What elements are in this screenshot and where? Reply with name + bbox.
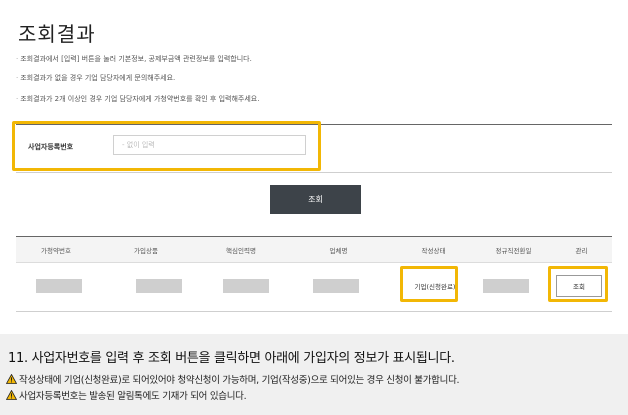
highlight-status [400,266,458,302]
highlight-search-box [12,121,321,171]
warning-line: 사업자등록번호는 발송된 알림톡에도 기재가 되어 있습니다. [6,388,247,402]
redacted-cell [223,279,269,293]
search-section-bottom-border [16,172,612,173]
warning-icon [6,390,17,400]
redacted-cell [483,279,529,293]
redacted-cell [36,279,82,293]
table-bottom-border [16,311,612,312]
warning-line: 작성상태에 기업(신청완료)로 되어있어야 청약신청이 가능하며, 기업(작성중… [6,372,460,386]
note-text: 조회결과가 2개 이상인 경우 기업 담당자에게 가청약번호를 확인 후 입력해… [20,95,260,103]
column-header: 업체명 [329,247,348,255]
table-header: 가청약번호 가입상품 핵심인력명 업체명 작성상태 정규직전환일 관리 [16,236,612,263]
column-header: 가청약번호 [41,247,71,255]
step-instruction: 11. 사업자번호를 입력 후 조회 버튼을 클릭하면 아래에 가입자의 정보가… [8,351,455,366]
warning-icon [6,374,17,384]
note-text: 조회결과가 없을 경우 기업 담당자에게 문의해주세요. [20,74,176,82]
note-item: · 조회결과가 없을 경우 기업 담당자에게 문의해주세요. [16,74,176,82]
column-header: 가입상품 [134,247,158,255]
highlight-view-button [548,266,608,302]
warning-text: 작성상태에 기업(신청완료)로 되어있어야 청약신청이 가능하며, 기업(작성중… [19,375,460,386]
column-header: 관리 [575,247,588,255]
instruction-footer: 11. 사업자번호를 입력 후 조회 버튼을 클릭하면 아래에 가입자의 정보가… [0,334,628,415]
column-header: 핵심인력명 [226,247,256,255]
search-button[interactable]: 조회 [270,185,361,214]
warning-text: 사업자등록번호는 발송된 알림톡에도 기재가 되어 있습니다. [19,391,247,402]
note-item: · 조회결과에서 [입력] 버튼을 눌러 기본정보, 공제부금액 관련정보를 입력… [16,55,252,63]
note-item: · 조회결과가 2개 이상인 경우 기업 담당자에게 가청약번호를 확인 후 입력… [16,95,260,103]
column-header: 정규직전환일 [495,247,532,255]
redacted-cell [313,279,359,293]
page-title: 조회결과 [18,22,96,46]
column-header: 작성상태 [421,247,446,255]
redacted-cell [136,279,182,293]
note-text: 조회결과에서 [입력] 버튼을 눌러 기본정보, 공제부금액 관련정보를 입력합… [20,55,252,63]
